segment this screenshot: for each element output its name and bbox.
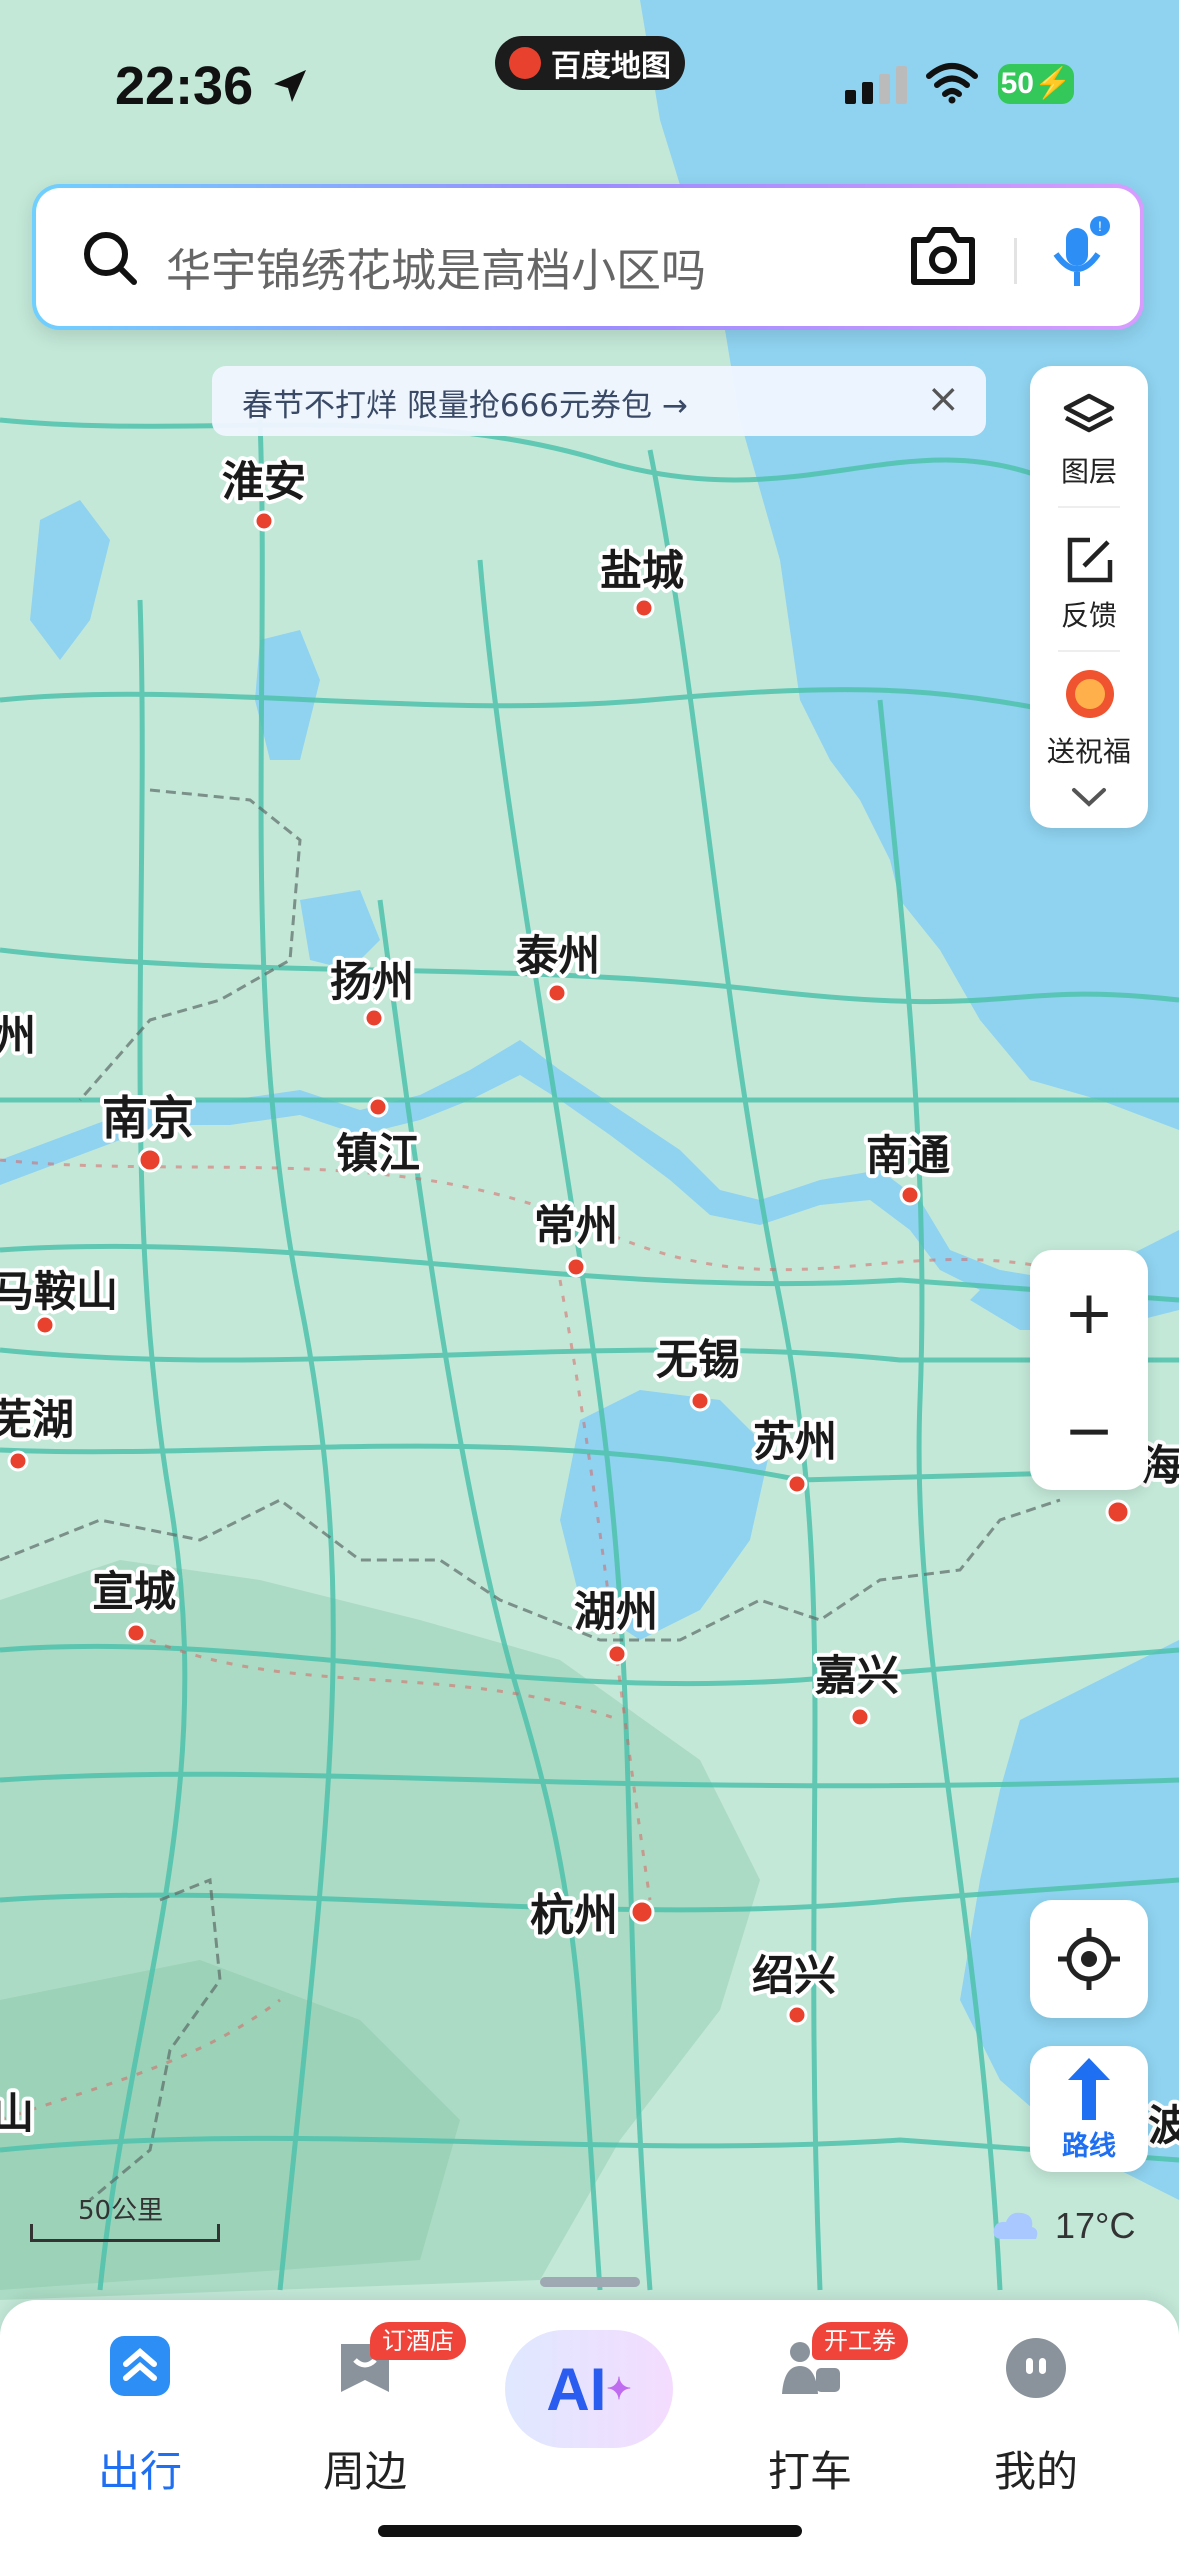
city-label[interactable]: 波 xyxy=(1144,2097,1179,2154)
weather-temperature[interactable]: 17°C xyxy=(1055,2205,1135,2247)
city-label[interactable]: 绍兴 xyxy=(748,1947,840,2004)
greeting-button-label[interactable]: 送祝福 xyxy=(1030,730,1148,770)
promo-banner[interactable]: 春节不打烊 限量抢666元券包 → × xyxy=(212,366,986,436)
tab-label: 我的 xyxy=(993,2447,1078,2496)
feedback-icon[interactable] xyxy=(1064,534,1116,586)
crosshair-icon xyxy=(1058,1928,1120,1990)
cloud-icon xyxy=(993,2212,1038,2239)
tab-label: 周边 xyxy=(322,2447,407,2496)
cellular-signal-icon xyxy=(845,62,907,104)
city-label[interactable]: 嘉兴 xyxy=(811,1647,903,1704)
city-label[interactable]: 镇江 xyxy=(332,1125,424,1182)
camera-icon[interactable] xyxy=(908,224,978,288)
search-bar[interactable]: 华宇锦绣花城是高档小区吗 ! xyxy=(32,184,1144,330)
app-name: 百度地图 xyxy=(551,49,671,84)
chevron-down-icon[interactable] xyxy=(1070,786,1108,810)
tab-label: 打车 xyxy=(767,2447,852,2496)
home-indicator xyxy=(378,2525,802,2537)
bottom-tab-bar: 出行 订酒店 周边 AI ✦ 开工券 打车 我的 xyxy=(0,2300,1179,2556)
city-label[interactable]: 湖州 xyxy=(570,1583,662,1640)
zoom-in-button[interactable]: + xyxy=(1030,1278,1148,1348)
status-bar: 22:36 百度地图 50⚡ xyxy=(0,0,1179,170)
map-tools-panel: 图层 反馈 送祝福 xyxy=(1030,366,1148,828)
search-icon xyxy=(84,232,137,285)
app-indicator[interactable]: 百度地图 xyxy=(495,36,685,90)
city-label[interactable]: 南通 xyxy=(862,1127,954,1184)
city-label[interactable]: 苏州 xyxy=(749,1413,841,1470)
city-label[interactable]: 州 xyxy=(0,1007,40,1064)
zoom-out-button[interactable]: − xyxy=(1030,1396,1148,1466)
divider xyxy=(1058,650,1120,652)
scale-label: 50公里 xyxy=(78,2196,164,2226)
divider xyxy=(1058,506,1120,508)
coupon-badge: 开工券 xyxy=(812,2322,908,2360)
city-label[interactable]: 马鞍山 xyxy=(0,1263,122,1320)
city-label[interactable]: 泰州 xyxy=(512,927,604,984)
city-label[interactable]: 常州 xyxy=(530,1197,622,1254)
svg-text:!: ! xyxy=(1098,218,1102,234)
tab-label: 出行 xyxy=(97,2447,182,2496)
zoom-control: + − xyxy=(1030,1250,1148,1490)
scale-bar xyxy=(30,2224,220,2242)
layers-button-label[interactable]: 图层 xyxy=(1030,450,1148,490)
search-divider xyxy=(1014,238,1017,284)
battery-level: 50 xyxy=(1000,67,1034,100)
location-arrow-icon xyxy=(274,70,306,102)
route-arrow-icon xyxy=(1068,2058,1110,2120)
close-icon[interactable]: × xyxy=(926,376,960,422)
route-button[interactable]: 路线 xyxy=(1030,2046,1148,2172)
search-placeholder[interactable]: 华宇锦绣花城是高档小区吗 xyxy=(166,234,706,299)
city-label[interactable]: 盐城 xyxy=(596,542,688,599)
locate-me-button[interactable] xyxy=(1030,1900,1148,2018)
city-label[interactable]: 杭州 xyxy=(526,1886,622,1945)
battery-indicator: 50⚡ xyxy=(998,64,1074,104)
sparkle-icon: ✦ xyxy=(606,2372,632,2406)
microphone-icon[interactable]: ! xyxy=(1046,214,1116,298)
wifi-icon xyxy=(926,63,978,104)
city-label[interactable]: 宣城 xyxy=(88,1563,180,1620)
promo-text[interactable]: 春节不打烊 限量抢666元券包 → xyxy=(242,380,688,425)
city-label[interactable]: 淮安 xyxy=(218,453,310,510)
ai-label: AI xyxy=(546,2355,607,2423)
city-label[interactable]: 扬州 xyxy=(326,953,418,1010)
travel-icon xyxy=(110,2336,170,2396)
feedback-button-label[interactable]: 反馈 xyxy=(1030,594,1148,634)
hotel-badge: 订酒店 xyxy=(370,2322,466,2360)
map-scale: 50公里 xyxy=(30,2190,220,2242)
city-label[interactable]: 芜湖 xyxy=(0,1391,78,1448)
layers-icon[interactable] xyxy=(1062,392,1116,442)
city-label[interactable]: 无锡 xyxy=(652,1331,744,1388)
sheet-handle[interactable] xyxy=(540,2277,640,2287)
greeting-badge-icon[interactable] xyxy=(1060,666,1120,722)
baidu-map-logo-icon xyxy=(509,47,541,79)
route-label: 路线 xyxy=(1062,2131,1116,2162)
city-label[interactable]: 南京 xyxy=(98,1087,198,1149)
clock: 22:36 xyxy=(115,56,254,116)
city-label[interactable]: 山 xyxy=(0,2085,38,2142)
profile-icon xyxy=(1006,2338,1066,2398)
ai-button[interactable]: AI ✦ xyxy=(505,2330,673,2448)
